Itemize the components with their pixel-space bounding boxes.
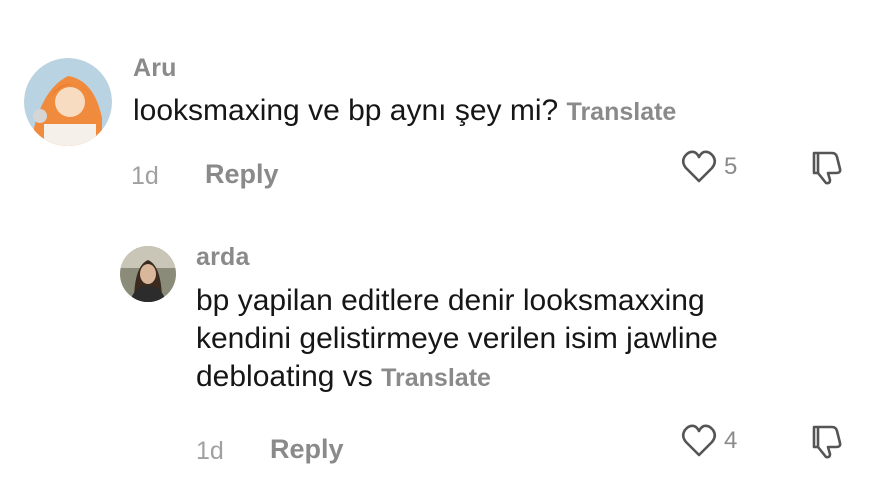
comment-body-line: bp yapilan editlere denir looksmaxxing <box>196 284 705 317</box>
comment-timestamp: 1d <box>196 437 224 465</box>
comment-body-line: kendini gelistirmeye verilen isim jawlin… <box>196 322 718 355</box>
comment-body-line-wrap: debloating vs Translate <box>196 358 836 397</box>
avatar[interactable] <box>24 58 112 146</box>
comment-timestamp: 1d <box>131 162 159 190</box>
comment-username[interactable]: Aru <box>133 54 177 83</box>
avatar[interactable] <box>120 246 176 302</box>
thumbs-down-outline-icon[interactable] <box>806 147 846 187</box>
avatar-image <box>120 246 176 302</box>
heart-outline-icon[interactable] <box>679 421 719 461</box>
avatar-image <box>24 58 112 146</box>
comment-body: looksmaxing ve bp aynı şey mi? <box>133 94 559 127</box>
comment-text: looksmaxing ve bp aynı şey mi? Translate <box>133 92 676 131</box>
comment-username[interactable]: arda <box>196 243 250 272</box>
heart-outline-icon[interactable] <box>679 147 719 187</box>
translate-link[interactable]: Translate <box>567 98 677 126</box>
like-count: 4 <box>724 427 738 454</box>
comment-text: bp yapilan editlere denir looksmaxxing k… <box>196 282 836 397</box>
thumbs-down-outline-icon[interactable] <box>806 421 846 461</box>
comment-body-line: debloating vs <box>196 360 373 393</box>
translate-link[interactable]: Translate <box>381 364 491 392</box>
reply-button[interactable]: Reply <box>205 159 279 190</box>
like-count: 5 <box>724 153 738 180</box>
reply-button[interactable]: Reply <box>270 434 344 465</box>
